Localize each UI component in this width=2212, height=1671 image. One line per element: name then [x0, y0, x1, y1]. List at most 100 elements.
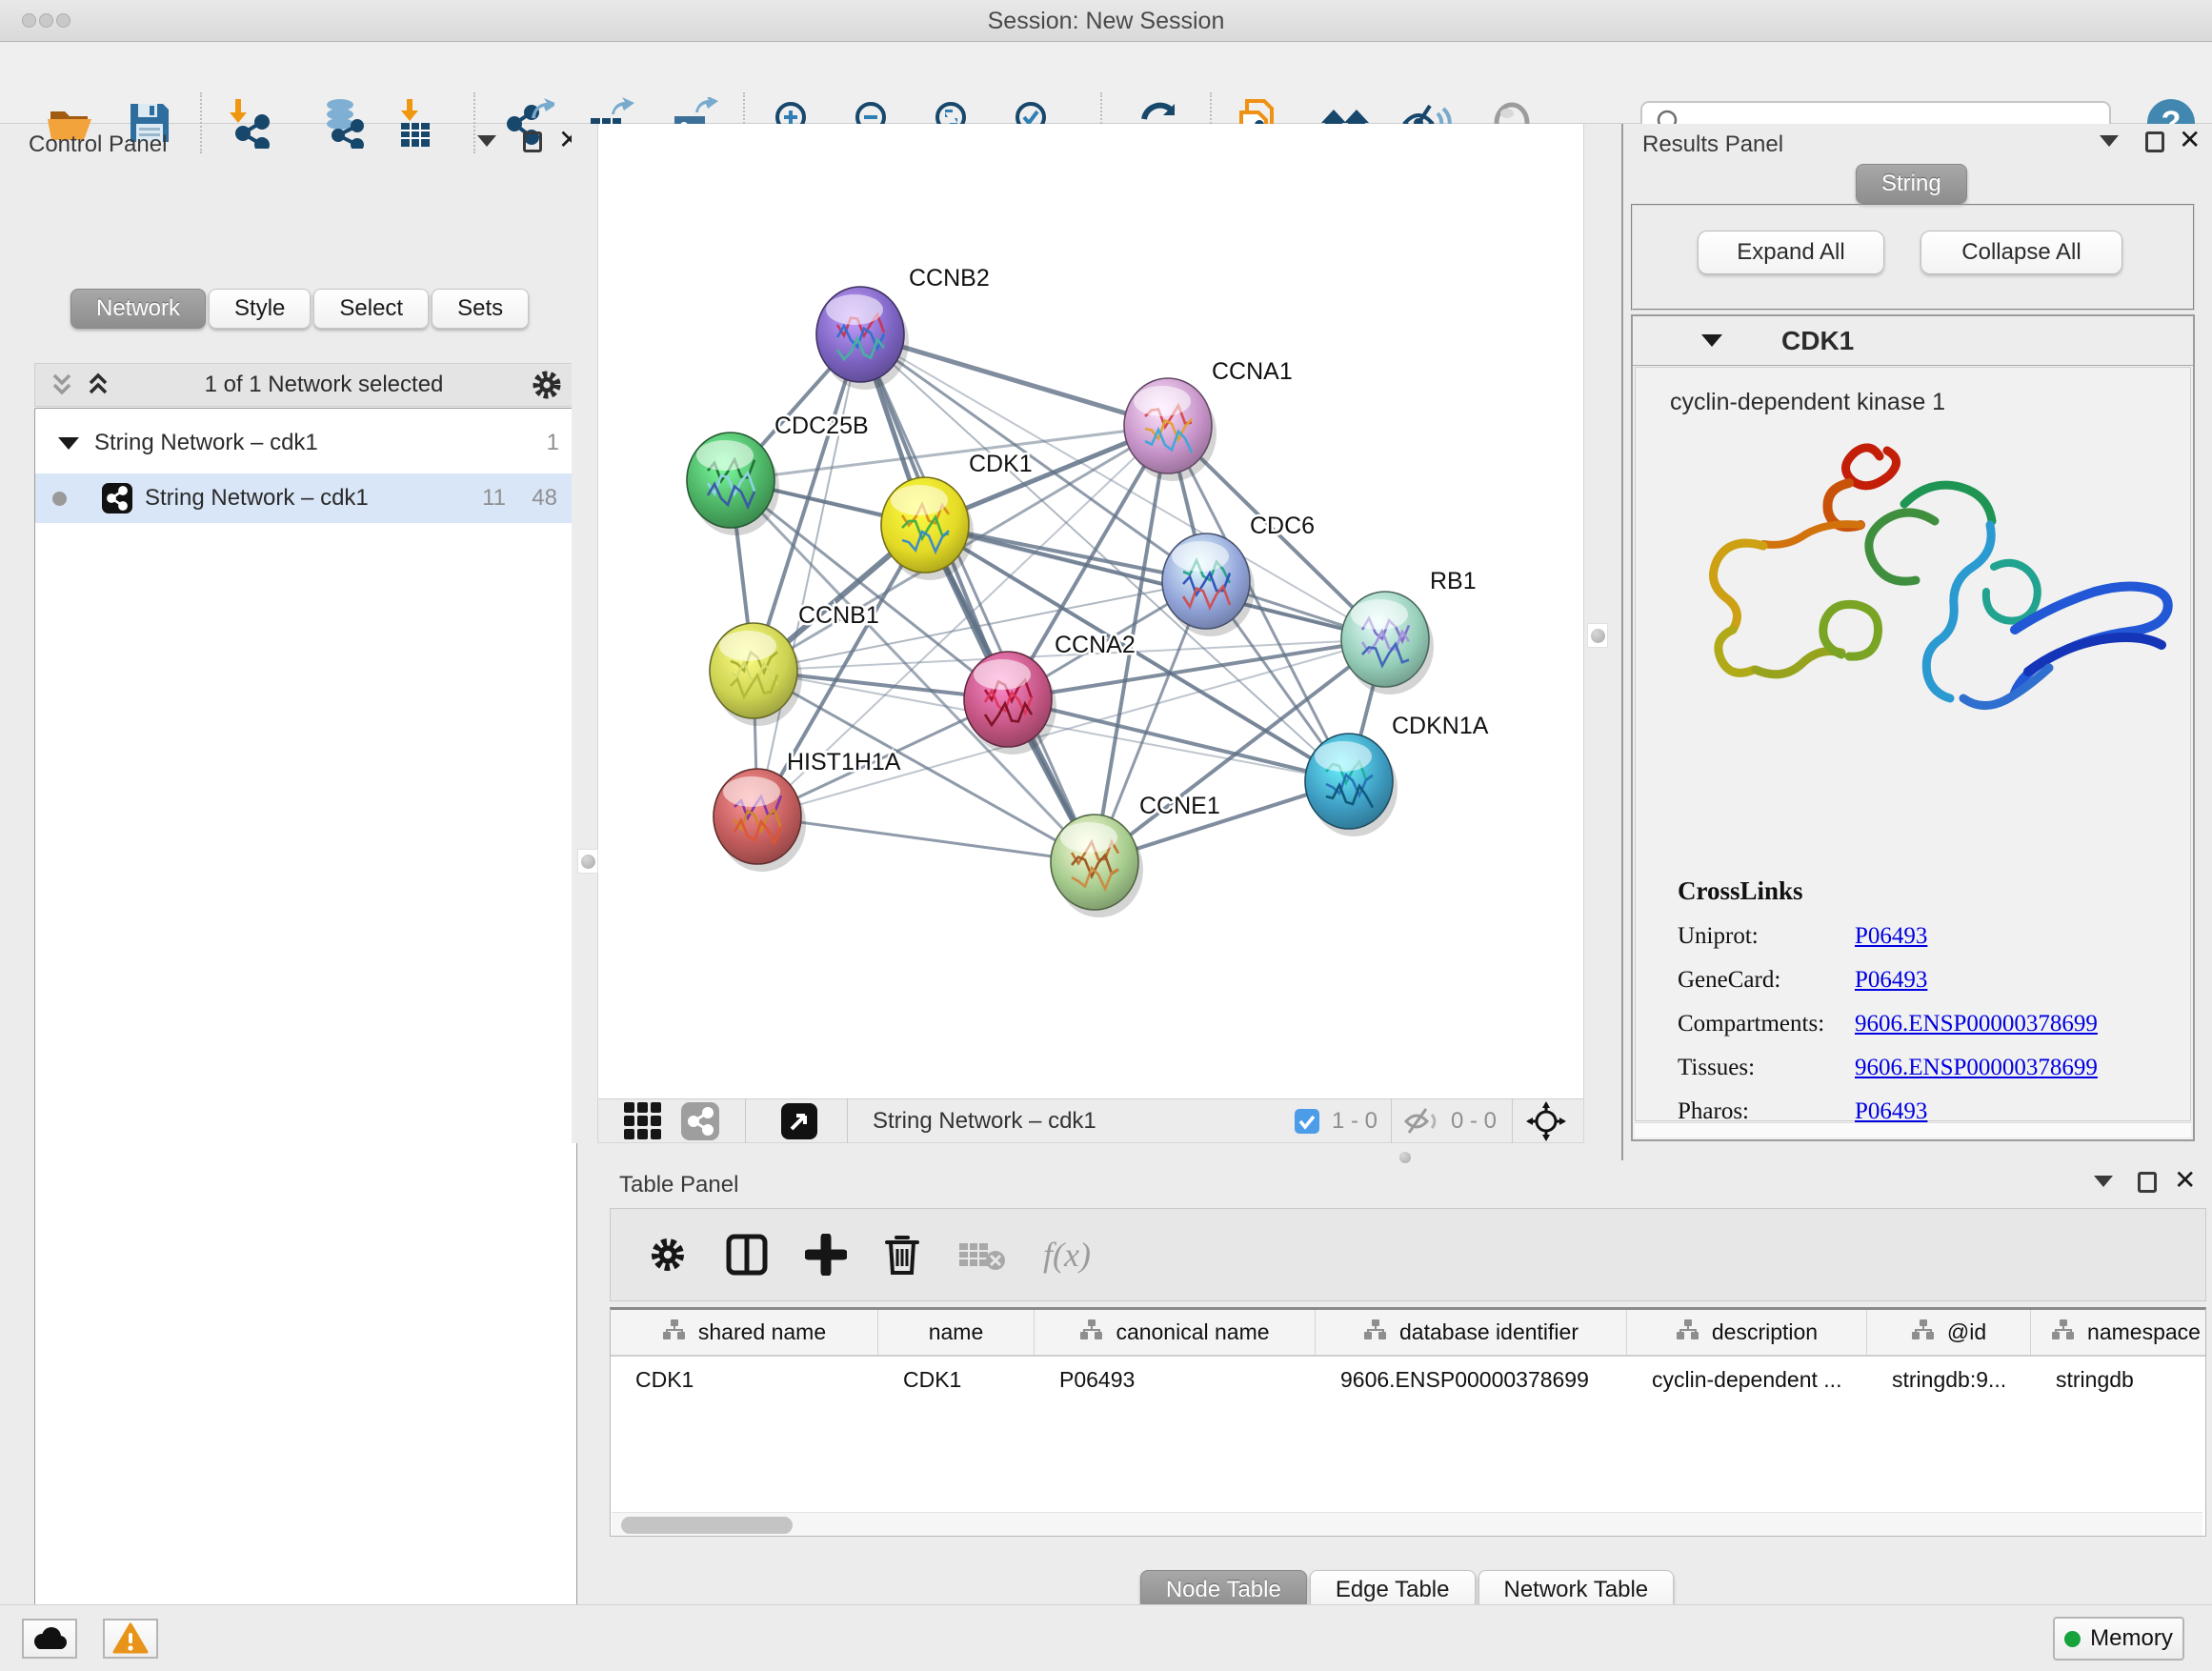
table-panel-menu-button[interactable] — [2094, 1176, 2113, 1187]
crosslink-value-link[interactable]: 9606.ENSP00000378699 — [1855, 1055, 2098, 1081]
left-splitter[interactable] — [572, 124, 598, 1143]
tab-network[interactable]: Network — [70, 289, 206, 329]
table-cell[interactable]: 9606.ENSP00000378699 — [1316, 1357, 1627, 1402]
collection-count: 1 — [547, 430, 559, 456]
crosslink-row: Tissues:9606.ENSP00000378699 — [1678, 1055, 2098, 1081]
right-splitter-handle[interactable] — [1587, 623, 1608, 648]
tab-select[interactable]: Select — [313, 289, 429, 329]
results-panel-menu-button[interactable] — [2100, 135, 2119, 147]
collapse-all-chevron-icon[interactable] — [49, 370, 83, 400]
memory-button[interactable]: Memory — [2053, 1617, 2184, 1661]
table-cell[interactable]: CDK1 — [611, 1357, 878, 1402]
table-cell[interactable]: cyclin-dependent ... — [1627, 1357, 1867, 1402]
edge-CCNB2-CCNE1[interactable] — [860, 334, 1095, 862]
network-selection-status: 1 of 1 Network selected — [119, 372, 529, 398]
selected-checkbox-icon[interactable] — [1294, 1108, 1320, 1135]
column-label: canonical name — [1116, 1319, 1269, 1345]
node-CCNB2[interactable]: CCNB2 — [816, 265, 990, 390]
table-row[interactable]: CDK1CDK1P064939606.ENSP00000378699cyclin… — [611, 1357, 2205, 1402]
node-CCNB1[interactable]: CCNB1 — [710, 602, 879, 726]
delete-table-icon — [957, 1236, 1007, 1274]
column-header-namespace[interactable]: namespace — [2031, 1310, 2206, 1355]
column-header-description[interactable]: description — [1627, 1310, 1867, 1355]
network-graph[interactable]: CCNB2CCNA1CDC25BCDK1CDC6RB1CCNB1CCNA2CDK… — [598, 124, 1583, 1098]
column-header-canonical-name[interactable]: canonical name — [1035, 1310, 1316, 1355]
scrollbar-thumb[interactable] — [621, 1517, 793, 1534]
table-horizontal-scrollbar[interactable] — [612, 1512, 2202, 1537]
crosslinks-heading: CrossLinks — [1678, 876, 2098, 906]
cloud-status-button[interactable] — [22, 1619, 77, 1659]
cytoscape-window: Session: New Session — [0, 0, 2212, 1671]
column-header-name[interactable]: name — [878, 1310, 1035, 1355]
table-header-row: shared name name canonical name database id… — [611, 1310, 2205, 1357]
collection-disclosure-icon[interactable] — [58, 437, 79, 450]
node-label-CDC25B: CDC25B — [774, 413, 869, 439]
warnings-button[interactable] — [103, 1619, 158, 1659]
crosslink-value-link[interactable]: P06493 — [1855, 923, 1927, 950]
control-panel-float-button[interactable] — [523, 131, 542, 152]
node-CCNA1[interactable]: CCNA1 — [1124, 358, 1293, 481]
left-splitter-handle[interactable] — [577, 849, 598, 874]
expand-all-button[interactable]: Expand All — [1698, 231, 1884, 274]
network-canvas[interactable]: CCNB2CCNA1CDC25BCDK1CDC6RB1CCNB1CCNA2CDK… — [598, 124, 1583, 1098]
node-CDKN1A[interactable]: CDKN1A — [1305, 713, 1489, 836]
collapse-all-button[interactable]: Collapse All — [1920, 231, 2122, 274]
table-toolbar: f(x) — [610, 1208, 2206, 1301]
table-cell[interactable]: stringdb:9... — [1867, 1357, 2031, 1402]
network-view-toolbar: String Network – cdk1 1 - 0 0 - 0 — [598, 1098, 1583, 1143]
crosslink-label: GeneCard: — [1678, 967, 1855, 994]
delete-table-button-disabled — [957, 1236, 1007, 1274]
edge-CCNB2-HIST1H1A[interactable] — [757, 334, 860, 816]
tab-style[interactable]: Style — [209, 289, 311, 329]
node-RB1[interactable]: RB1 — [1341, 568, 1477, 695]
add-column-button[interactable] — [805, 1234, 847, 1276]
expand-all-chevron-icon[interactable] — [85, 370, 119, 400]
show-columns-button[interactable] — [725, 1233, 769, 1277]
node-CCNE1[interactable]: CCNE1 — [1051, 793, 1220, 917]
column-header-shared-name[interactable]: shared name — [611, 1310, 878, 1355]
birdseye-view-icon[interactable] — [780, 1102, 818, 1140]
column-header--id[interactable]: @id — [1867, 1310, 2031, 1355]
hidden-eye-slash-icon[interactable] — [1403, 1106, 1441, 1137]
network-options-gear-icon[interactable] — [529, 367, 565, 403]
results-scrollbar[interactable] — [1635, 1122, 2191, 1137]
table-cell[interactable]: P06493 — [1035, 1357, 1316, 1402]
toolbar-separator — [745, 1098, 746, 1143]
fit-content-crosshair-icon[interactable] — [1526, 1101, 1566, 1141]
protein-disclosure-icon[interactable] — [1701, 334, 1722, 347]
network-collection-row[interactable]: String Network – cdk1 1 — [35, 420, 576, 466]
node-label-HIST1H1A: HIST1H1A — [787, 749, 901, 775]
main-toolbar: ? — [0, 43, 2212, 124]
protein-section-header[interactable]: CDK1 — [1633, 316, 2193, 366]
results-panel-float-button[interactable] — [2145, 131, 2164, 152]
column-label: @id — [1947, 1319, 1986, 1345]
node-HIST1H1A[interactable]: HIST1H1A — [714, 749, 901, 872]
crosslink-value-link[interactable]: 9606.ENSP00000378699 — [1855, 1011, 2098, 1037]
column-label: shared name — [698, 1319, 826, 1345]
hidden-count: 0 - 0 — [1451, 1108, 1497, 1135]
horizontal-splitter-handle[interactable] — [1399, 1152, 1411, 1163]
network-row-selected[interactable]: String Network – cdk1 11 48 — [35, 473, 576, 523]
grid-view-icon[interactable] — [621, 1099, 665, 1143]
results-buttons-box: Expand All Collapse All — [1631, 204, 2195, 311]
column-header-database-identifier[interactable]: database identifier — [1316, 1310, 1627, 1355]
control-panel-menu-button[interactable] — [477, 135, 496, 147]
results-panel-close-button[interactable]: ✕ — [2179, 130, 2201, 151]
toolbar-separator — [1512, 1098, 1513, 1143]
table-cell[interactable]: stringdb — [2031, 1357, 2206, 1402]
crosslink-label: Compartments: — [1678, 1011, 1855, 1037]
table-panel-float-button[interactable] — [2138, 1172, 2157, 1193]
network-tree: String Network – cdk1 1 String Network –… — [34, 408, 577, 1671]
tab-string[interactable]: String — [1856, 164, 1967, 204]
node-label-CDC6: CDC6 — [1250, 513, 1315, 539]
table-panel-close-button[interactable]: ✕ — [2174, 1170, 2196, 1191]
selected-count: 1 - 0 — [1332, 1108, 1377, 1135]
crosslink-value-link[interactable]: P06493 — [1855, 1098, 1927, 1125]
tab-sets[interactable]: Sets — [432, 289, 529, 329]
edge-HIST1H1A-CCNE1[interactable] — [757, 816, 1095, 862]
delete-column-button[interactable] — [883, 1233, 921, 1277]
table-cell[interactable]: CDK1 — [878, 1357, 1035, 1402]
share-view-icon[interactable] — [680, 1101, 720, 1141]
crosslink-value-link[interactable]: P06493 — [1855, 967, 1927, 994]
table-settings-button[interactable] — [647, 1234, 689, 1276]
